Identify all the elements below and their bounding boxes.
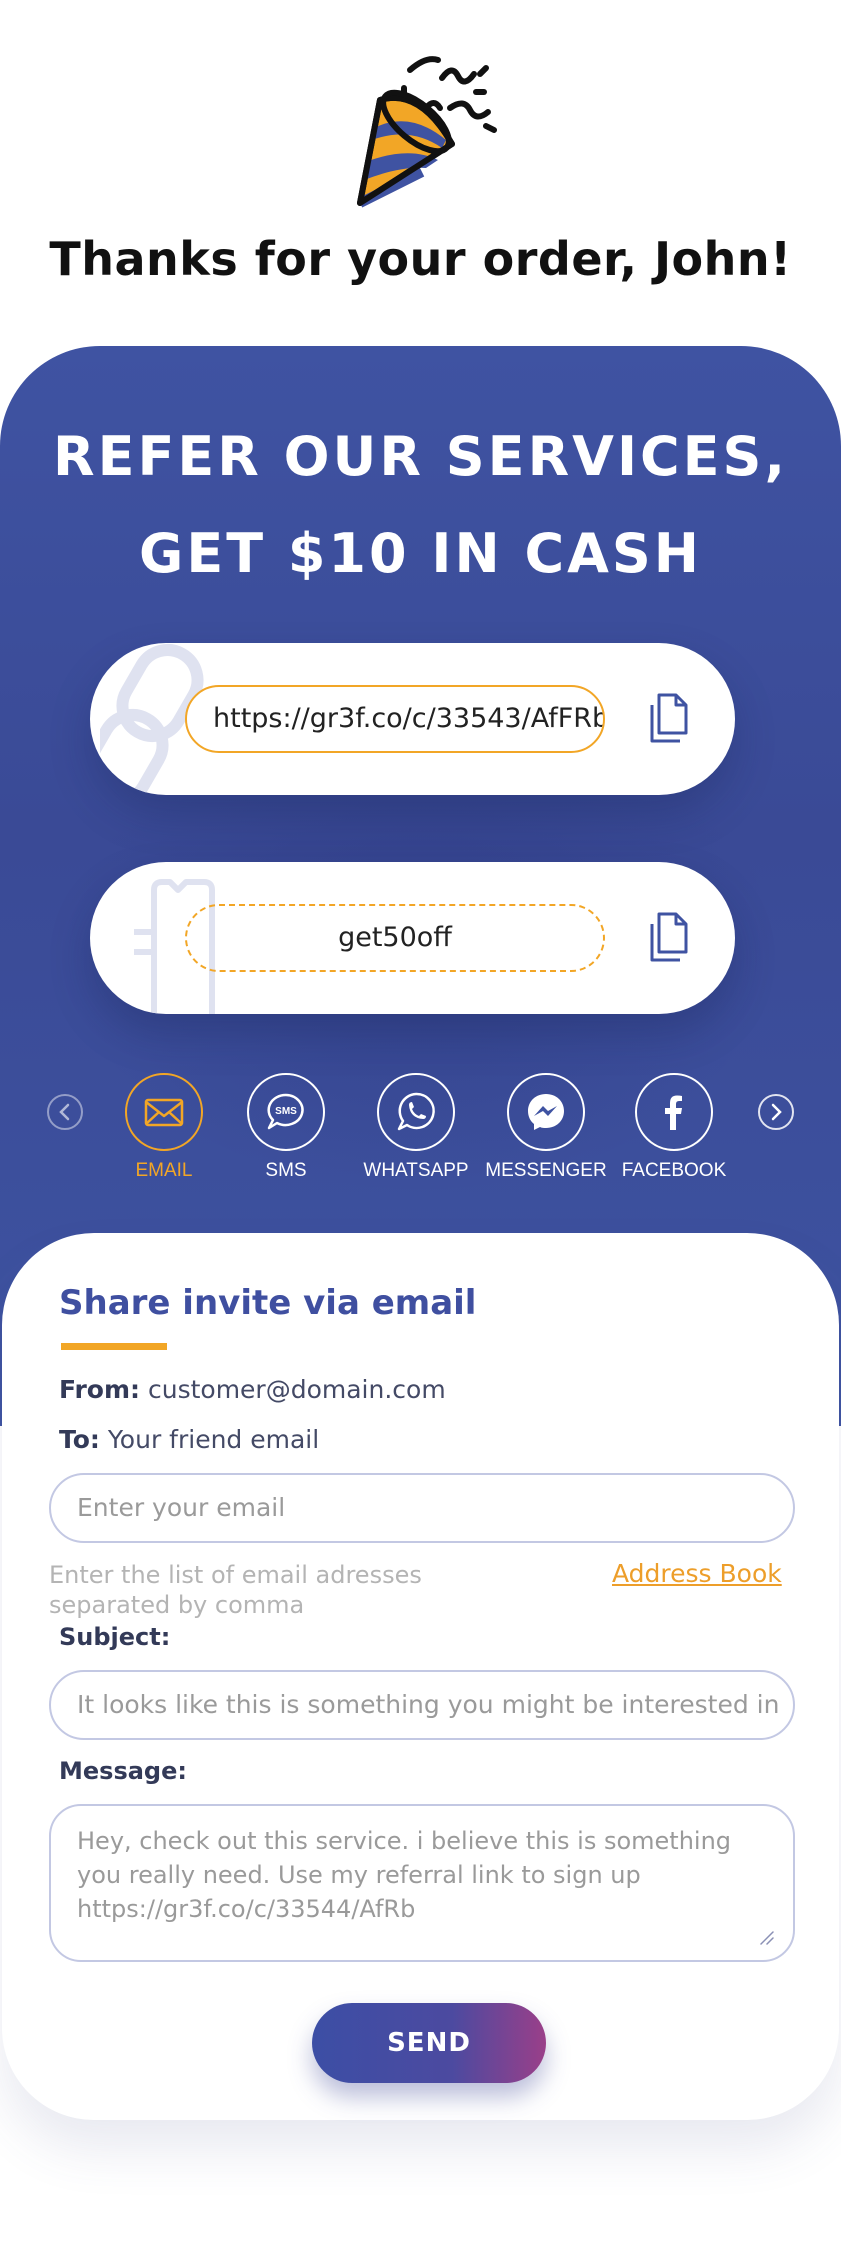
- referral-title-line1: REFER OUR SERVICES,: [53, 425, 788, 488]
- card-title: Share invite via email: [59, 1283, 477, 1323]
- to-value: Your friend email: [107, 1425, 320, 1454]
- envelope-icon: [144, 1098, 184, 1127]
- copy-coupon-icon[interactable]: [646, 912, 696, 964]
- share-option-messenger[interactable]: MESSENGER: [481, 1070, 611, 1200]
- coupon-code-card: get50off: [90, 862, 735, 1014]
- email-hint: Enter the list of email adresses separat…: [49, 1561, 422, 1619]
- share-options-row: EMAIL SMS SMS WHATSAPP MESSENGER FACEBOO…: [0, 1070, 841, 1200]
- share-whatsapp-circle: [377, 1073, 455, 1151]
- from-line: From: customer@domain.com: [59, 1375, 446, 1404]
- messenger-icon: [528, 1094, 564, 1130]
- share-sms-circle: SMS: [247, 1073, 325, 1151]
- referral-link-field[interactable]: https://gr3f.co/c/33543/AfFRb: [185, 685, 605, 753]
- hero-section: Thanks for your order, John!: [0, 0, 841, 340]
- share-option-sms[interactable]: SMS SMS: [221, 1070, 351, 1200]
- title-underline: [61, 1343, 167, 1350]
- subject-input[interactable]: It looks like this is something you migh…: [49, 1670, 795, 1740]
- resize-grip-icon[interactable]: [757, 1928, 775, 1946]
- share-prev-button[interactable]: [47, 1094, 83, 1130]
- coupon-code-field[interactable]: get50off: [185, 904, 605, 972]
- email-input[interactable]: Enter your email: [49, 1473, 795, 1543]
- share-option-label: FACEBOOK: [621, 1160, 727, 1181]
- share-option-label: SMS: [265, 1160, 307, 1181]
- svg-text:SMS: SMS: [275, 1106, 297, 1117]
- chevron-left-icon: [59, 1103, 70, 1121]
- share-option-email[interactable]: EMAIL: [99, 1070, 229, 1200]
- share-facebook-circle: [635, 1073, 713, 1151]
- copy-link-icon[interactable]: [646, 693, 696, 745]
- referral-title-line2: GET $10 IN CASH: [139, 522, 702, 585]
- thanks-heading: Thanks for your order, John!: [49, 232, 792, 286]
- share-option-label: WHATSAPP: [363, 1160, 469, 1181]
- address-book-link[interactable]: Address Book: [612, 1559, 782, 1588]
- share-messenger-circle: [507, 1073, 585, 1151]
- whatsapp-icon: [397, 1092, 435, 1131]
- subject-label: Subject:: [59, 1623, 171, 1651]
- share-option-whatsapp[interactable]: WHATSAPP: [351, 1070, 481, 1200]
- sms-icon: SMS: [267, 1093, 304, 1130]
- message-label: Message:: [59, 1757, 187, 1785]
- share-next-button[interactable]: [758, 1094, 794, 1130]
- to-label: To:: [59, 1425, 100, 1454]
- chevron-right-icon: [771, 1103, 782, 1121]
- share-email-circle: [125, 1073, 203, 1151]
- share-option-facebook[interactable]: FACEBOOK: [609, 1070, 739, 1200]
- facebook-icon: [665, 1095, 682, 1130]
- to-line: To: Your friend email: [59, 1425, 319, 1454]
- message-textarea[interactable]: Hey, check out this service. i believe t…: [49, 1804, 795, 1962]
- from-value: customer@domain.com: [147, 1375, 446, 1404]
- send-button[interactable]: SEND: [312, 2003, 546, 2083]
- referral-link-card: https://gr3f.co/c/33543/AfFRb: [90, 643, 735, 795]
- email-invite-card: Share invite via email From: customer@do…: [2, 1233, 839, 2120]
- party-popper-icon: [357, 56, 497, 208]
- from-label: From:: [59, 1375, 141, 1404]
- message-text: Hey, check out this service. i believe t…: [77, 1827, 732, 1923]
